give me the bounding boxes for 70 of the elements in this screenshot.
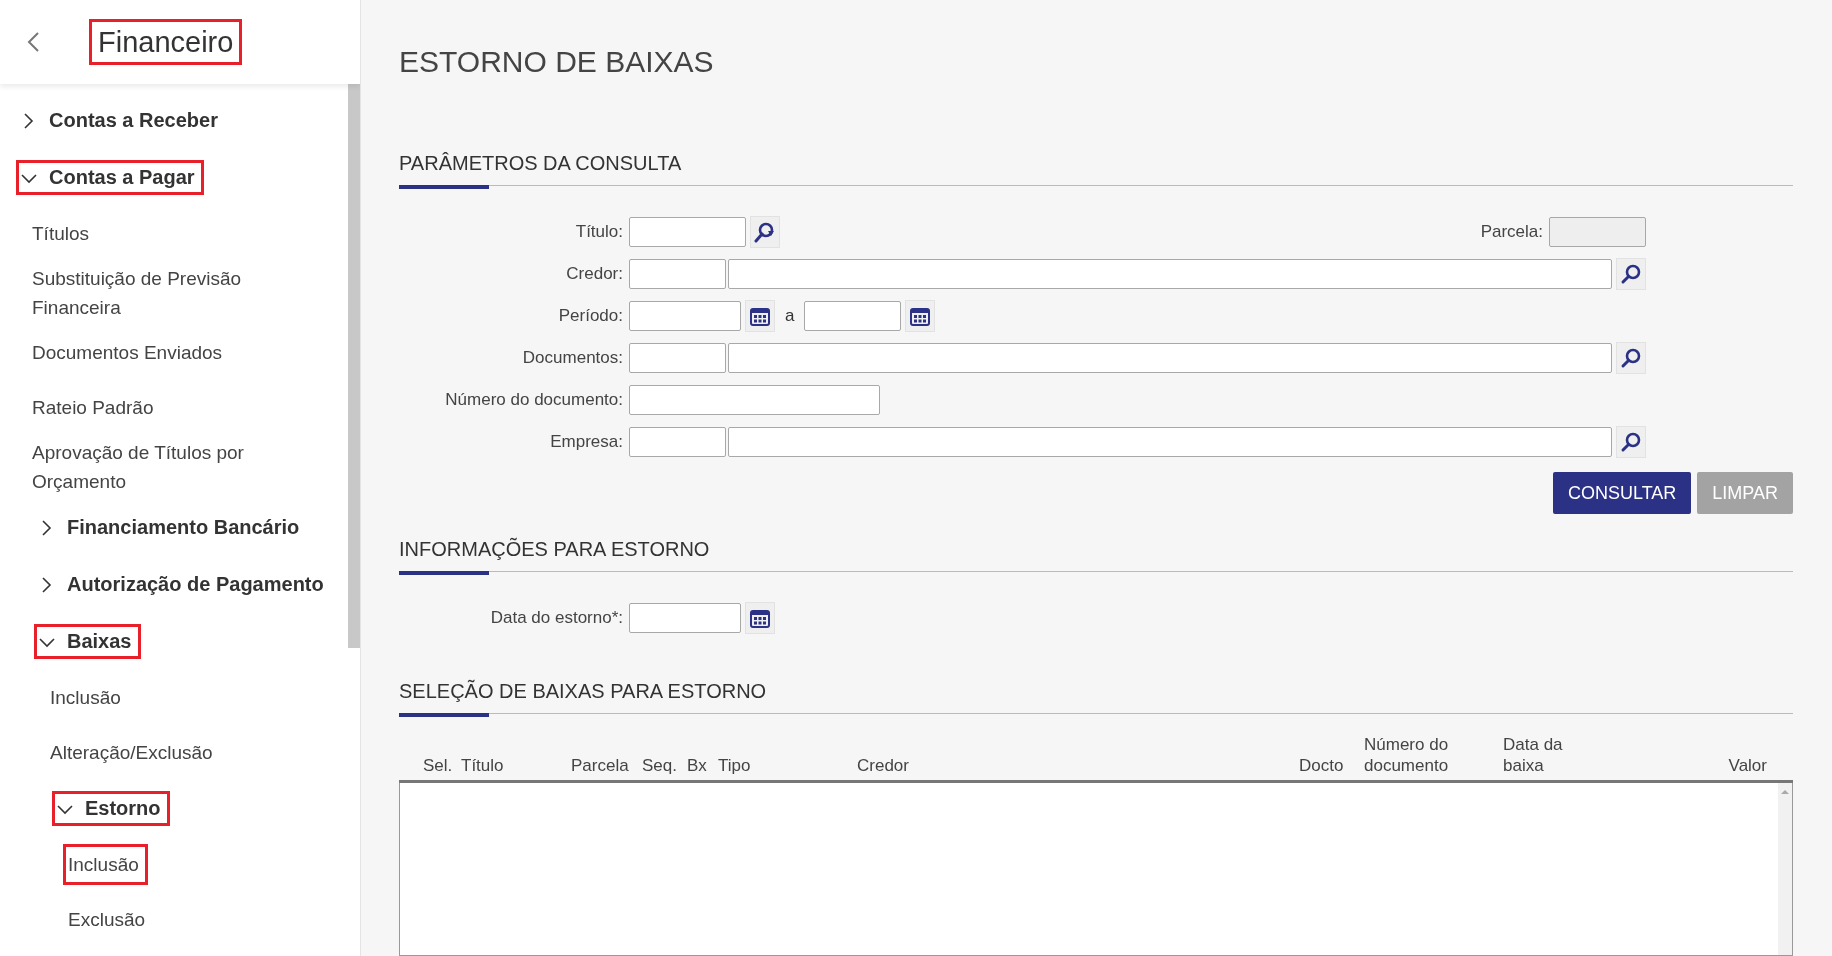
menu-group[interactable]: Contas a Receber	[19, 106, 224, 135]
lookup-icon	[754, 221, 776, 243]
column-header: Data da baixa	[1503, 734, 1564, 776]
search-button[interactable]	[1616, 258, 1646, 290]
section-heading: INFORMAÇÕES PARA ESTORNO	[399, 536, 711, 562]
menu-group[interactable]: Financiamento Bancário	[37, 513, 306, 542]
column-header: Tipo	[718, 755, 752, 776]
column-header: Valor	[1727, 755, 1768, 776]
menu-item[interactable]: Documentos Enviados	[30, 335, 229, 370]
menu-group[interactable]: Baixas	[37, 627, 138, 656]
field-label: Período:	[557, 306, 624, 326]
search-icon	[1620, 263, 1642, 285]
range-separator: a	[784, 306, 796, 326]
lookup-button[interactable]	[750, 216, 780, 248]
back-icon	[26, 31, 40, 53]
action-button[interactable]: CONSULTAR	[1552, 472, 1692, 514]
calendar-button[interactable]	[905, 300, 936, 332]
column-header: Título	[461, 755, 505, 776]
menu-item[interactable]: Inclusão	[66, 847, 145, 882]
field-label: Data do estorno*:	[489, 608, 624, 628]
scroll-up-icon	[1781, 789, 1789, 795]
column-header: Credor	[857, 755, 910, 776]
sidebar-title: Financeiro	[92, 22, 240, 62]
date-field[interactable]	[629, 301, 741, 331]
field-label: Número do documento:	[444, 390, 624, 410]
column-header: Parcela	[571, 755, 630, 776]
search-icon	[1620, 347, 1642, 369]
input-field[interactable]	[629, 427, 726, 457]
column-header: Bx	[687, 755, 708, 776]
page-title: ESTORNO DE BAIXAS	[399, 44, 715, 80]
menu-group[interactable]: Contas a Pagar	[19, 163, 201, 192]
calendar-button[interactable]	[745, 300, 775, 332]
menu-item[interactable]: Aprovação de Títulos por Orçamento	[30, 435, 308, 499]
section-heading: SELEÇÃO DE BAIXAS PARA ESTORNO	[399, 678, 768, 704]
input-field[interactable]	[728, 259, 1612, 289]
input-field[interactable]	[629, 343, 726, 373]
menu-item[interactable]: Rateio Padrão	[30, 390, 160, 425]
column-header: Sel.	[423, 755, 454, 776]
column-header: Docto	[1299, 755, 1345, 776]
input-field[interactable]	[629, 217, 746, 247]
menu-group[interactable]: Estorno	[55, 794, 167, 823]
menu-item[interactable]: Títulos	[30, 216, 96, 251]
calendar-icon	[909, 305, 932, 327]
field-label: Título:	[574, 222, 624, 242]
input-field[interactable]	[629, 385, 880, 415]
scrollbar[interactable]	[348, 84, 360, 648]
calendar-icon	[749, 305, 771, 327]
input-field[interactable]	[629, 259, 726, 289]
search-icon	[1620, 431, 1642, 453]
search-button[interactable]	[1616, 426, 1646, 458]
column-header: Seq.	[642, 755, 678, 776]
date-field[interactable]	[629, 603, 741, 633]
menu-item[interactable]: Alteração/Exclusão	[48, 735, 219, 770]
calendar-button[interactable]	[745, 602, 775, 634]
field-label: Credor:	[565, 264, 624, 284]
input-field[interactable]	[728, 343, 1612, 373]
menu-item[interactable]: Inclusão	[48, 680, 127, 715]
search-button[interactable]	[1616, 342, 1646, 374]
menu-item[interactable]: Exclusão	[66, 902, 152, 937]
field-label: Empresa:	[549, 432, 624, 452]
field-label: Parcela:	[1480, 222, 1544, 242]
date-field[interactable]	[804, 301, 902, 331]
calendar-icon	[749, 607, 771, 629]
column-header: Número do documento	[1364, 734, 1450, 776]
input-field[interactable]	[728, 427, 1612, 457]
scrollbar[interactable]	[1778, 783, 1792, 955]
menu-item[interactable]: Substituição de Previsão Financeira	[30, 261, 308, 325]
section-heading: PARÂMETROS DA CONSULTA	[399, 151, 683, 176]
menu-group[interactable]: Autorização de Pagamento	[37, 570, 330, 599]
field-label: Documentos:	[521, 348, 624, 368]
